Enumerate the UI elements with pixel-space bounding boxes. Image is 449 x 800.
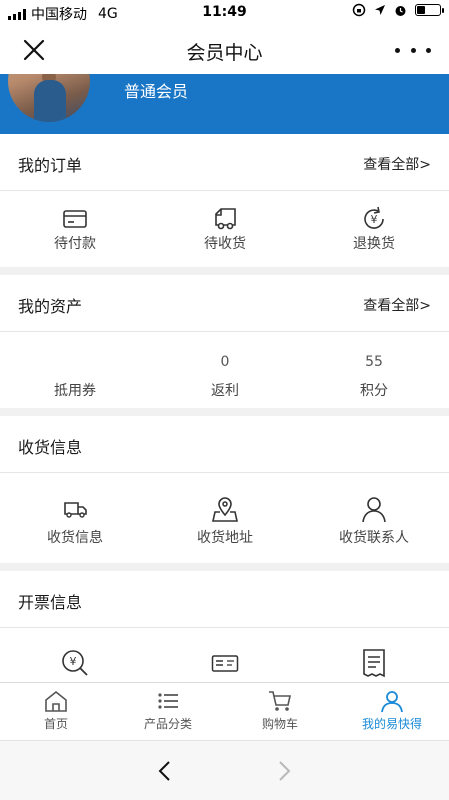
tab-categories-label: 产品分类 xyxy=(143,717,192,731)
delivery-truck-icon xyxy=(64,502,87,518)
invoice-item-2[interactable] xyxy=(150,652,300,676)
cart-icon xyxy=(269,691,291,711)
order-returns-label: 退换货 xyxy=(353,236,395,252)
invoice-item-1[interactable]: ¥ xyxy=(0,648,150,678)
order-pending-receipt-label: 待收货 xyxy=(204,236,246,252)
invoice-header: 开票信息 xyxy=(0,571,449,628)
tab-my-account-label: 我的易快得 xyxy=(361,717,422,731)
alarm-icon xyxy=(395,5,406,16)
tab-home-label: 首页 xyxy=(43,717,68,731)
invoice-grid: ¥ xyxy=(0,628,449,682)
profile-header: 普通会员 xyxy=(0,74,449,134)
more-menu-icon[interactable] xyxy=(395,34,431,66)
person-icon xyxy=(362,497,386,523)
shipping-info[interactable]: 收货信息 xyxy=(0,495,150,547)
section-divider xyxy=(0,563,449,571)
invoice-ticket-icon xyxy=(211,655,239,672)
assets-header: 我的资产 查看全部> xyxy=(0,275,449,332)
orders-grid: 待付款 待收货 ¥ 退换货 xyxy=(0,191,449,267)
yen-refresh-icon: ¥ xyxy=(364,206,384,229)
svg-text:¥: ¥ xyxy=(70,655,77,668)
shipping-contact[interactable]: 收货联系人 xyxy=(299,495,449,547)
section-divider xyxy=(0,408,449,416)
member-level: 普通会员 xyxy=(124,82,189,101)
tab-categories[interactable]: 产品分类 xyxy=(112,689,224,732)
asset-points[interactable]: 55 积分 xyxy=(299,354,449,400)
order-pending-payment[interactable]: 待付款 xyxy=(0,205,150,253)
tab-cart[interactable]: 购物车 xyxy=(224,689,336,732)
forward-arrow-icon[interactable] xyxy=(271,759,295,783)
tab-cart-label: 购物车 xyxy=(261,717,298,731)
yen-search-icon: ¥ xyxy=(62,650,88,676)
shipping-address-label: 收货地址 xyxy=(197,530,253,546)
document-icon xyxy=(363,649,385,678)
location-arrow-icon xyxy=(375,5,385,15)
browser-toolbar xyxy=(0,740,449,800)
shipping-contact-label: 收货联系人 xyxy=(339,530,409,546)
order-returns[interactable]: ¥ 退换货 xyxy=(299,205,449,253)
map-pin-icon xyxy=(212,497,238,522)
back-arrow-icon[interactable] xyxy=(154,759,178,783)
asset-rebate-value: 0 xyxy=(220,354,230,370)
order-pending-payment-label: 待付款 xyxy=(54,236,96,252)
user-icon xyxy=(381,691,403,713)
asset-points-value: 55 xyxy=(365,354,383,370)
orders-header: 我的订单 查看全部> xyxy=(0,134,449,191)
battery-icon xyxy=(415,4,444,16)
home-icon xyxy=(45,690,67,712)
tab-my-account[interactable]: 我的易快得 xyxy=(336,689,448,732)
tab-bar: 首页 产品分类 购物车 我的易快得 xyxy=(0,682,449,740)
truck-icon xyxy=(215,208,236,230)
asset-rebate-label: 返利 xyxy=(211,383,239,399)
orders-title: 我的订单 xyxy=(18,156,83,175)
tab-home[interactable]: 首页 xyxy=(0,689,112,732)
asset-points-label: 积分 xyxy=(360,383,388,399)
page-title: 会员中心 xyxy=(186,42,263,64)
status-right xyxy=(352,3,444,17)
section-divider xyxy=(0,267,449,275)
asset-coupons[interactable]: 抵用券 xyxy=(0,354,150,400)
shipping-grid: 收货信息 收货地址 收货联系人 xyxy=(0,473,449,563)
shipping-info-label: 收货信息 xyxy=(47,530,103,546)
svg-text:¥: ¥ xyxy=(371,213,378,226)
status-bar: 中国移动 4G 11:49 xyxy=(0,0,449,26)
shipping-address[interactable]: 收货地址 xyxy=(150,495,300,547)
assets-view-all-link[interactable]: 查看全部> xyxy=(363,295,431,315)
orders-view-all-link[interactable]: 查看全部> xyxy=(363,154,431,174)
nav-bar: 会员中心 xyxy=(0,26,449,74)
shipping-title: 收货信息 xyxy=(18,438,83,457)
invoice-item-3[interactable] xyxy=(299,648,449,678)
list-icon xyxy=(158,693,178,709)
card-icon xyxy=(63,210,87,228)
order-pending-receipt[interactable]: 待收货 xyxy=(150,205,300,253)
asset-coupons-value xyxy=(0,354,150,374)
asset-coupons-label: 抵用券 xyxy=(54,383,96,399)
asset-rebate[interactable]: 0 返利 xyxy=(150,354,300,400)
assets-grid: 抵用券 0 返利 55 积分 xyxy=(0,332,449,408)
invoice-title: 开票信息 xyxy=(18,593,83,612)
assets-title: 我的资产 xyxy=(18,297,83,316)
lock-rotation-icon xyxy=(352,3,366,17)
avatar[interactable] xyxy=(8,74,90,122)
shipping-header: 收货信息 xyxy=(0,416,449,473)
